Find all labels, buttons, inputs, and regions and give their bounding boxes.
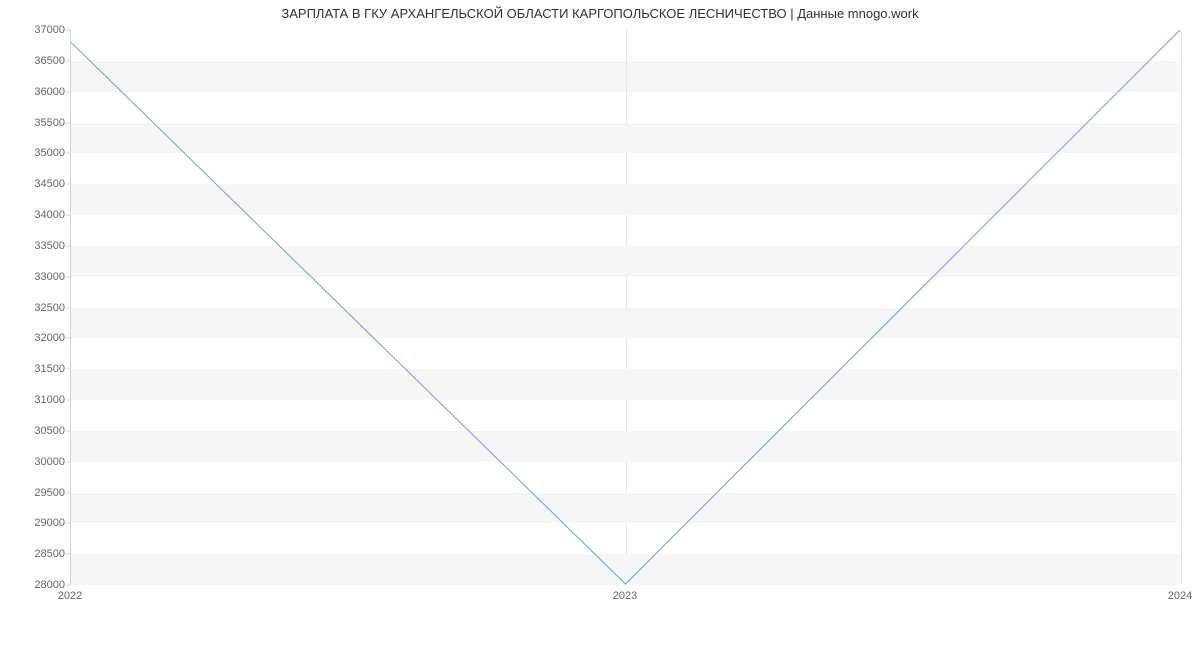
y-tick-label: 32000: [33, 332, 65, 344]
y-tick-mark: [66, 585, 70, 586]
y-tick-label: 30000: [33, 456, 65, 468]
y-tick-label: 34000: [33, 209, 65, 221]
y-tick-label: 35000: [33, 147, 65, 159]
y-tick-label: 29500: [33, 487, 65, 499]
y-tick-mark: [66, 276, 70, 277]
y-tick-mark: [66, 338, 70, 339]
y-tick-mark: [66, 153, 70, 154]
y-tick-mark: [66, 91, 70, 92]
y-tick-label: 33500: [33, 240, 65, 252]
y-tick-label: 31000: [33, 394, 65, 406]
y-tick-mark: [66, 430, 70, 431]
y-tick-mark: [66, 400, 70, 401]
gridline-vertical: [1181, 30, 1182, 584]
y-tick-label: 29000: [33, 517, 65, 529]
y-tick-mark: [66, 245, 70, 246]
y-tick-mark: [66, 184, 70, 185]
y-tick-mark: [66, 369, 70, 370]
x-tick-label: 2023: [613, 590, 637, 602]
y-tick-label: 36000: [33, 86, 65, 98]
y-tick-label: 33000: [33, 271, 65, 283]
y-tick-mark: [66, 461, 70, 462]
y-tick-mark: [66, 523, 70, 524]
x-tick-label: 2024: [1168, 590, 1192, 602]
y-tick-mark: [66, 492, 70, 493]
y-tick-mark: [66, 30, 70, 31]
y-tick-label: 37000: [33, 24, 65, 36]
chart-container: ЗАРПЛАТА В ГКУ АРХАНГЕЛЬСКОЙ ОБЛАСТИ КАР…: [0, 0, 1200, 650]
y-tick-mark: [66, 60, 70, 61]
y-tick-mark: [66, 307, 70, 308]
y-tick-label: 30500: [33, 425, 65, 437]
y-tick-mark: [66, 122, 70, 123]
plot-area: [70, 30, 1180, 585]
y-tick-label: 34500: [33, 178, 65, 190]
data-line: [71, 30, 1180, 584]
y-tick-label: 32500: [33, 302, 65, 314]
chart-title: ЗАРПЛАТА В ГКУ АРХАНГЕЛЬСКОЙ ОБЛАСТИ КАР…: [0, 6, 1200, 21]
y-tick-label: 36500: [33, 55, 65, 67]
y-tick-label: 31500: [33, 363, 65, 375]
y-tick-mark: [66, 215, 70, 216]
y-tick-label: 28500: [33, 548, 65, 560]
x-tick-label: 2022: [58, 590, 82, 602]
y-tick-label: 35500: [33, 117, 65, 129]
y-tick-mark: [66, 554, 70, 555]
